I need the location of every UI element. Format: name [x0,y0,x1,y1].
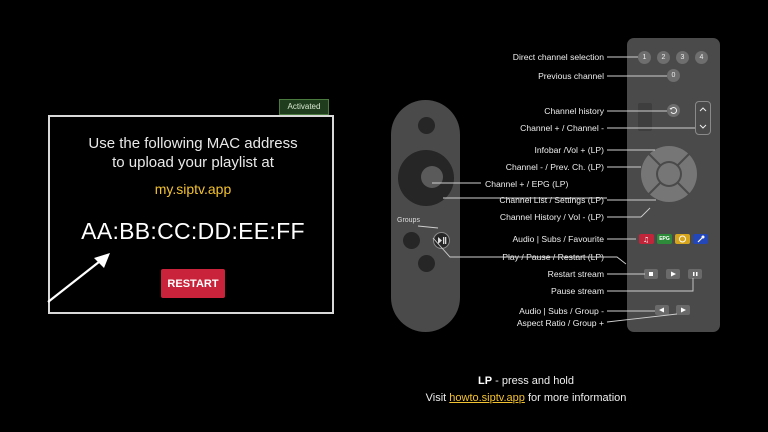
lp-info-line: LP - press and hold [376,375,676,387]
connector-lines [417,56,695,323]
visit-suffix: for more information [524,392,627,404]
lp-bold: LP [478,375,493,387]
visit-prefix: Visit [425,392,450,404]
visit-info-line: Visit howto.siptv.app for more informati… [376,392,676,404]
lp-text: - press and hold [492,375,574,387]
howto-link[interactable]: howto.siptv.app [449,392,525,404]
